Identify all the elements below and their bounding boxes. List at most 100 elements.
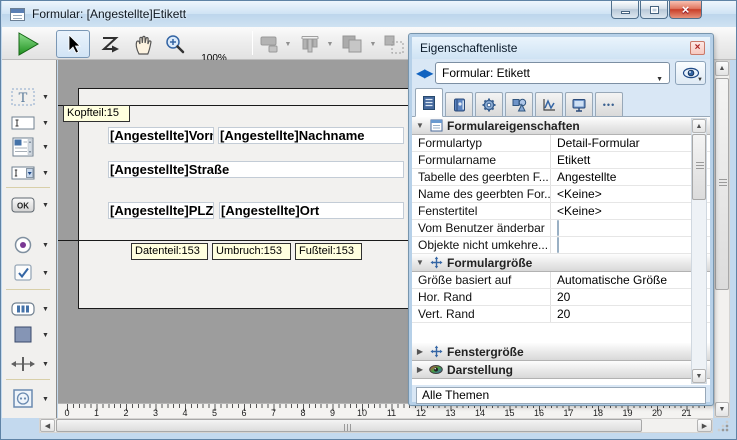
textbox-tool-dropdown[interactable]: ▼ <box>42 120 49 127</box>
ruler-number: 15 <box>502 408 518 418</box>
pan-hand-button[interactable] <box>128 30 156 58</box>
scroll-up-button[interactable]: ▲ <box>715 61 729 76</box>
run-form-button[interactable] <box>12 30 44 58</box>
radio-tool-button[interactable]: ▼ <box>8 232 56 258</box>
field-vorname[interactable]: [Angestellte]Vorname <box>108 127 214 144</box>
zoom-magnifier-button[interactable] <box>160 30 190 58</box>
ruler-number: 5 <box>207 408 223 418</box>
field-ort[interactable]: [Angestellte]Ort <box>219 202 404 219</box>
grid-scrollbar[interactable]: ▲ ▼ <box>691 118 707 384</box>
close-button[interactable]: × <box>669 1 702 19</box>
object-order-button <box>337 30 367 58</box>
toolbox-separator <box>6 187 50 188</box>
section-tag-fussteil[interactable]: Fußteil:153 <box>295 243 362 260</box>
ruler-number: 21 <box>679 408 695 418</box>
section-tag-umbruch[interactable]: Umbruch:153 <box>212 243 291 260</box>
grid-section-formulargroesse[interactable]: ▼ Formulargröße <box>412 254 710 272</box>
tab-order-button[interactable] <box>96 30 124 58</box>
checkbox-unchecked[interactable] <box>557 220 559 236</box>
grid-section-fenstergroesse[interactable]: ▶ Fenstergröße <box>412 343 710 361</box>
horizontal-scrollbar[interactable]: ◀ ▶ <box>39 418 713 433</box>
layers-icon <box>340 33 364 55</box>
theme-filter-box[interactable]: Alle Themen <box>416 387 706 404</box>
maximize-button[interactable] <box>640 1 668 19</box>
rectangle-tool-button[interactable]: ▼ <box>8 322 56 348</box>
window-resize-grip[interactable] <box>714 418 731 433</box>
property-value[interactable]: Detail-Formular <box>551 135 710 151</box>
select-pointer-button[interactable] <box>56 30 90 58</box>
combobox-tool-button[interactable]: ▼ <box>8 160 56 186</box>
field-plz[interactable]: [Angestellte]PLZ <box>108 202 214 219</box>
property-value[interactable]: <Keine> <box>551 186 710 202</box>
tab-display[interactable] <box>565 92 593 117</box>
checkbox-tool-dropdown[interactable]: ▼ <box>42 270 49 277</box>
property-value[interactable]: Angestellte <box>551 169 710 185</box>
grid-section-darstellung[interactable]: ▶ Darstellung <box>412 361 710 379</box>
grid-scroll-down-button[interactable]: ▼ <box>692 369 706 383</box>
segmented-tool-dropdown[interactable]: ▼ <box>42 306 49 313</box>
window-title: Formular: [Angestellte]Etikett <box>32 7 186 21</box>
tab-curves[interactable] <box>535 92 563 117</box>
thumb-grip-icon <box>344 424 353 431</box>
scroll-down-button[interactable]: ▼ <box>715 402 729 417</box>
field-strasse[interactable]: [Angestellte]Straße <box>108 161 404 178</box>
checkbox-tool-button[interactable]: ▼ <box>8 260 56 286</box>
container-socket-icon <box>8 387 38 411</box>
grid-scroll-up-button[interactable]: ▲ <box>692 119 706 133</box>
tab-notebook[interactable] <box>445 92 473 117</box>
field-nachname[interactable]: [Angestellte]Nachname <box>218 127 404 144</box>
property-row-formularname: Formularname Etikett <box>412 152 710 169</box>
container-tool-dropdown[interactable]: ▼ <box>42 396 49 403</box>
section-tag-datenteil[interactable]: Datenteil:153 <box>131 243 208 260</box>
listbox-tool-dropdown[interactable]: ▼ <box>42 144 49 151</box>
splitter-tool-dropdown[interactable]: ▼ <box>42 361 49 368</box>
section-tag-kopfteil[interactable]: Kopfteil:15 <box>63 105 130 122</box>
vertical-scroll-thumb[interactable] <box>715 78 729 290</box>
combobox-tool-dropdown[interactable]: ▼ <box>42 170 49 177</box>
grid-section-formulareigenschaften[interactable]: ▼ Formulareigenschaften <box>412 117 710 135</box>
segmented-tool-button[interactable]: ▼ <box>8 296 56 322</box>
tab-shapes[interactable] <box>505 92 533 117</box>
rectangle-tool-dropdown[interactable]: ▼ <box>42 332 49 339</box>
tab-settings[interactable] <box>475 92 503 117</box>
horizontal-scroll-thumb[interactable] <box>56 419 642 432</box>
view-options-button[interactable]: ▼ <box>675 61 706 85</box>
properties-panel-titlebar[interactable]: Eigenschaftenliste × <box>412 37 710 59</box>
object-selector-combobox[interactable]: Formular: Etikett ▼ <box>435 62 670 84</box>
property-value[interactable]: <Keine> <box>551 203 710 219</box>
notebook-icon <box>451 97 467 113</box>
scroll-left-button[interactable]: ◀ <box>40 419 55 432</box>
gear-icon <box>481 97 497 113</box>
button-tool-button[interactable]: OK ▼ <box>8 192 56 218</box>
scroll-right-button[interactable]: ▶ <box>697 419 712 432</box>
property-value[interactable]: Automatische Größe <box>551 272 710 288</box>
scroll-right-icon: ▶ <box>702 422 707 430</box>
section-expanded-icon: ▼ <box>412 258 428 267</box>
button-tool-dropdown[interactable]: ▼ <box>42 202 49 209</box>
tab-more[interactable]: ••• <box>595 92 623 117</box>
minimize-button[interactable] <box>611 1 639 19</box>
label-tool-button[interactable]: T ▼ <box>8 84 56 110</box>
label-tool-dropdown[interactable]: ▼ <box>42 94 49 101</box>
textbox-tool-icon <box>8 111 38 135</box>
property-row-hor-rand: Hor. Rand 20 <box>412 289 710 306</box>
ruler-number: 18 <box>590 408 606 418</box>
property-label: Name des geerbten For... <box>412 186 551 202</box>
control-toolbox: T ▼ ▼ ▼ <box>2 60 57 418</box>
grid-scroll-thumb[interactable] <box>692 134 706 200</box>
property-value[interactable]: Etikett <box>551 152 710 168</box>
object-nav-arrows-icon[interactable]: ◀▶ <box>416 66 432 80</box>
textbox-tool-button[interactable]: ▼ <box>8 110 56 136</box>
property-label: Formularname <box>412 152 551 168</box>
property-value[interactable]: 20 <box>551 289 710 305</box>
checkbox-unchecked[interactable] <box>557 237 559 253</box>
radio-tool-dropdown[interactable]: ▼ <box>42 242 49 249</box>
listbox-tool-button[interactable]: ▼ <box>8 134 56 160</box>
property-value[interactable]: 20 <box>551 306 710 322</box>
container-tool-button[interactable]: ▼ <box>8 386 56 412</box>
panel-close-button[interactable]: × <box>690 41 705 55</box>
splitter-tool-button[interactable]: ▼ <box>8 351 56 377</box>
play-icon <box>16 31 40 57</box>
tab-properties-list[interactable] <box>415 88 443 117</box>
vertical-scrollbar[interactable]: ▲ ▼ <box>714 60 730 418</box>
